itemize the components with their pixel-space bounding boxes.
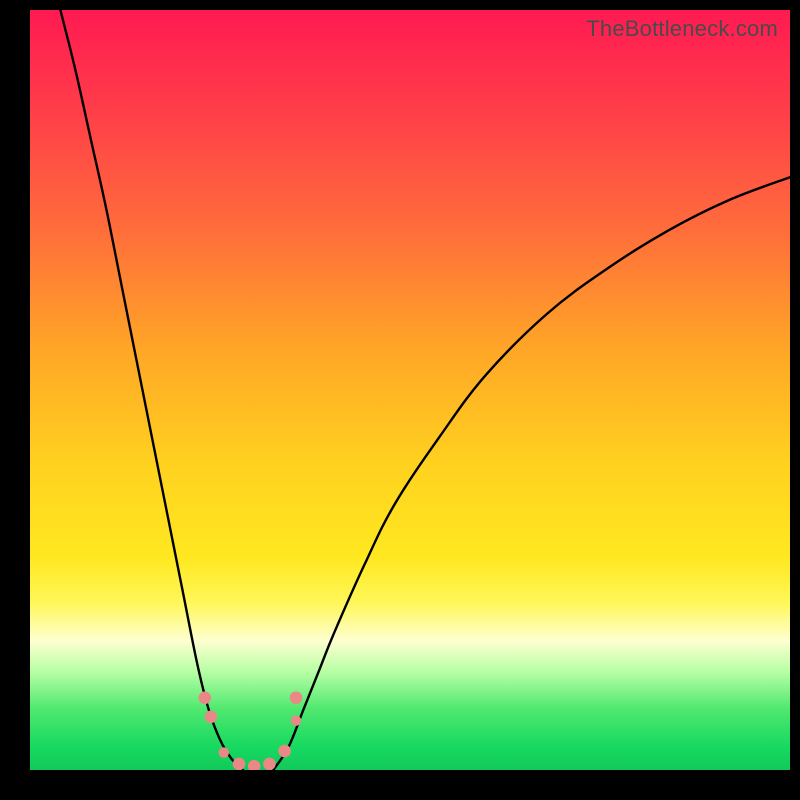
marker-dot [263, 758, 276, 770]
highlight-markers [199, 692, 303, 771]
plot-area: TheBottleneck.com [30, 10, 790, 770]
curves-svg [30, 10, 790, 770]
marker-dot [291, 715, 302, 726]
marker-dot [278, 745, 291, 758]
marker-dot [219, 747, 230, 758]
left-curve [60, 10, 242, 770]
marker-dot [199, 692, 212, 705]
marker-dot [233, 758, 246, 770]
marker-dot [248, 760, 261, 770]
marker-dot [290, 692, 303, 705]
marker-dot [205, 711, 218, 724]
right-curve [273, 177, 790, 770]
chart-frame: TheBottleneck.com [0, 0, 800, 800]
